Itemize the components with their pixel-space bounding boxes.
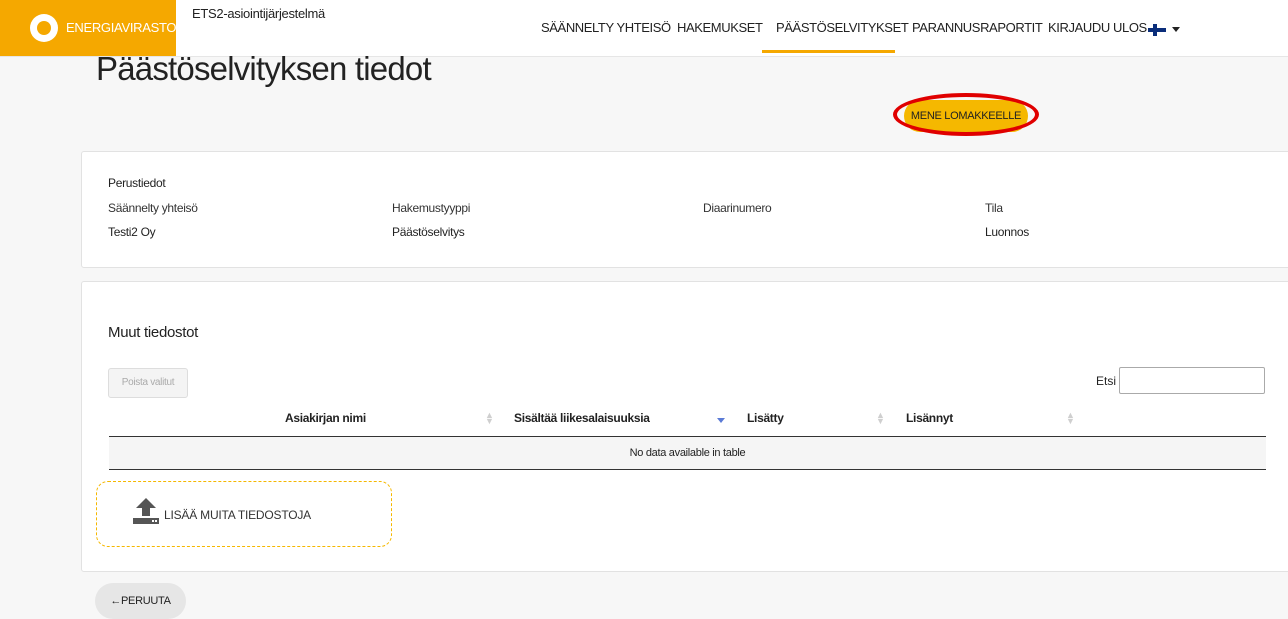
field-value-status: Luonnos xyxy=(985,225,1029,239)
search-label: Etsi xyxy=(1096,374,1117,388)
logo-text: ENERGIAVIRASTO xyxy=(66,20,177,35)
field-value-regulated-entity: Testi2 Oy xyxy=(108,225,156,239)
sort-icon[interactable]: ▲ ▼ xyxy=(876,411,885,426)
field-label-regulated-entity: Säännelty yhteisö xyxy=(108,201,198,215)
nav-item-logout[interactable]: KIRJAUDU ULOS xyxy=(1048,20,1147,35)
highlight-annotation xyxy=(893,93,1039,136)
finnish-flag-icon[interactable] xyxy=(1148,24,1166,36)
sort-descending-icon[interactable] xyxy=(717,418,725,423)
column-header-trade-secrets[interactable]: Sisältää liikesalaisuuksia xyxy=(514,411,650,425)
field-label-application-type: Hakemustyyppi xyxy=(392,201,471,215)
basic-info-title: Perustiedot xyxy=(108,176,166,190)
search-input[interactable] xyxy=(1119,367,1265,394)
nav-item-regulated-entity[interactable]: SÄÄNNELTY YHTEISÖ xyxy=(541,20,671,35)
delete-selected-button[interactable]: Poista valitut xyxy=(108,368,188,398)
active-nav-indicator xyxy=(762,50,895,53)
column-header-document-name[interactable]: Asiakirjan nimi xyxy=(285,411,366,425)
logo-mark-icon xyxy=(30,14,58,42)
column-header-added[interactable]: Lisätty xyxy=(747,411,784,425)
chevron-down-icon[interactable] xyxy=(1172,27,1180,32)
column-header-added-by[interactable]: Lisännyt xyxy=(906,411,953,425)
table-row: No data available in table xyxy=(109,437,1266,469)
field-value-application-type: Päästöselvitys xyxy=(392,225,465,239)
upload-files-label[interactable]: LISÄÄ MUITA TIEDOSTOJA xyxy=(164,508,311,522)
energiavirasto-logo[interactable]: ENERGIAVIRASTO xyxy=(0,0,176,56)
top-navbar: ENERGIAVIRASTO ETS2-asiointijärjestelmä … xyxy=(0,0,1288,57)
upload-icon[interactable] xyxy=(132,498,160,524)
field-label-diary-number: Diaarinumero xyxy=(703,201,772,215)
nav-item-applications[interactable]: HAKEMUKSET xyxy=(677,20,763,35)
table-bottom-divider xyxy=(109,469,1266,470)
nav-item-emission-reports[interactable]: PÄÄSTÖSELVITYKSET xyxy=(776,20,909,35)
empty-table-message: No data available in table xyxy=(629,447,746,459)
sort-icon[interactable]: ▲ ▼ xyxy=(485,411,494,426)
basic-info-card xyxy=(81,151,1288,268)
nav-item-improvement-reports[interactable]: PARANNUSRAPORTIT xyxy=(912,20,1043,35)
system-name: ETS2-asiointijärjestelmä xyxy=(192,6,325,21)
other-files-title: Muut tiedostot xyxy=(108,324,199,341)
field-label-status: Tila xyxy=(985,201,1003,215)
sort-icon[interactable]: ▲ ▼ xyxy=(1066,411,1075,426)
page-title: Päästöselvityksen tiedot xyxy=(96,50,432,87)
